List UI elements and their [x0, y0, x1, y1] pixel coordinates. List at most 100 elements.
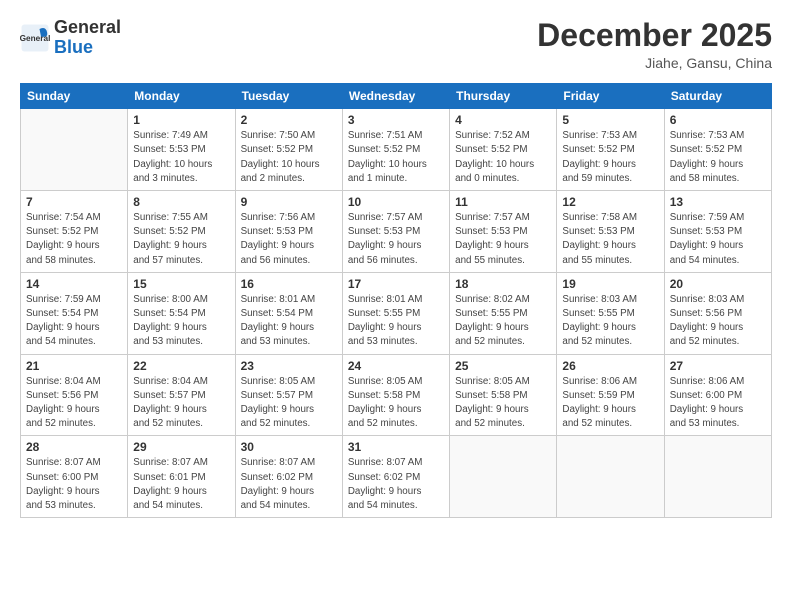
calendar-cell: 7 Sunrise: 7:54 AM Sunset: 5:52 PM Daylig…: [21, 191, 128, 273]
day-number: 7: [26, 195, 122, 209]
calendar-cell: 13Sunrise: 7:59 AM Sunset: 5:53 PM Dayli…: [664, 191, 771, 273]
day-number: 14: [26, 277, 122, 291]
calendar-cell: 2 Sunrise: 7:50 AM Sunset: 5:52 PM Daylig…: [235, 109, 342, 191]
day-info: Sunrise: 7:53 AM Sunset: 5:52 PM Dayligh…: [562, 129, 658, 186]
day-number: 21: [26, 359, 122, 373]
day-info: Sunrise: 8:05 AM Sunset: 5:58 PM Dayligh…: [348, 375, 444, 432]
day-number: 5: [562, 113, 658, 127]
day-number: 12: [562, 195, 658, 209]
header: General General Blue December 2025 Jiahe…: [20, 18, 772, 71]
day-number: 2: [241, 113, 337, 127]
calendar-cell: [21, 109, 128, 191]
calendar-cell: 1 Sunrise: 7:49 AM Sunset: 5:53 PM Daylig…: [128, 109, 235, 191]
calendar-header-wednesday: Wednesday: [342, 84, 449, 109]
day-info: Sunrise: 8:07 AM Sunset: 6:00 PM Dayligh…: [26, 456, 122, 513]
calendar-cell: 25 Sunrise: 8:05 AM Sunset: 5:58 PM Dayli…: [450, 354, 557, 436]
calendar-cell: 24Sunrise: 8:05 AM Sunset: 5:58 PM Dayli…: [342, 354, 449, 436]
day-number: 17: [348, 277, 444, 291]
calendar-cell: 30Sunrise: 8:07 AM Sunset: 6:02 PM Dayli…: [235, 436, 342, 518]
day-info: Sunrise: 8:06 AM Sunset: 6:00 PM Dayligh…: [670, 375, 766, 432]
month-title: December 2025: [537, 18, 772, 53]
calendar-header-tuesday: Tuesday: [235, 84, 342, 109]
day-number: 11: [455, 195, 551, 209]
day-info: Sunrise: 7:52 AM Sunset: 5:52 PM Dayligh…: [455, 129, 551, 186]
day-info: Sunrise: 8:04 AM Sunset: 5:56 PM Dayligh…: [26, 375, 122, 432]
day-info: Sunrise: 7:51 AM Sunset: 5:52 PM Dayligh…: [348, 129, 444, 186]
day-number: 3: [348, 113, 444, 127]
calendar-cell: 10 Sunrise: 7:57 AM Sunset: 5:53 PM Dayli…: [342, 191, 449, 273]
day-info: Sunrise: 7:56 AM Sunset: 5:53 PM Dayligh…: [241, 211, 337, 268]
logo-text: General Blue: [54, 18, 121, 58]
day-info: Sunrise: 8:03 AM Sunset: 5:56 PM Dayligh…: [670, 293, 766, 350]
calendar-cell: 4Sunrise: 7:52 AM Sunset: 5:52 PM Daylig…: [450, 109, 557, 191]
day-number: 31: [348, 440, 444, 454]
calendar-header-row: SundayMondayTuesdayWednesdayThursdayFrid…: [21, 84, 772, 109]
logo-icon: General: [20, 23, 50, 53]
calendar-week-row: 1 Sunrise: 7:49 AM Sunset: 5:53 PM Daylig…: [21, 109, 772, 191]
day-info: Sunrise: 7:50 AM Sunset: 5:52 PM Dayligh…: [241, 129, 337, 186]
day-number: 23: [241, 359, 337, 373]
calendar-cell: 6 Sunrise: 7:53 AM Sunset: 5:52 PM Daylig…: [664, 109, 771, 191]
day-number: 15: [133, 277, 229, 291]
day-number: 6: [670, 113, 766, 127]
calendar-header-sunday: Sunday: [21, 84, 128, 109]
day-info: Sunrise: 7:58 AM Sunset: 5:53 PM Dayligh…: [562, 211, 658, 268]
day-info: Sunrise: 7:54 AM Sunset: 5:52 PM Dayligh…: [26, 211, 122, 268]
day-number: 25: [455, 359, 551, 373]
day-number: 8: [133, 195, 229, 209]
calendar-cell: 16 Sunrise: 8:01 AM Sunset: 5:54 PM Dayli…: [235, 272, 342, 354]
title-block: December 2025 Jiahe, Gansu, China: [537, 18, 772, 71]
day-number: 19: [562, 277, 658, 291]
day-number: 29: [133, 440, 229, 454]
day-number: 1: [133, 113, 229, 127]
day-info: Sunrise: 7:59 AM Sunset: 5:54 PM Dayligh…: [26, 293, 122, 350]
day-number: 9: [241, 195, 337, 209]
day-info: Sunrise: 7:53 AM Sunset: 5:52 PM Dayligh…: [670, 129, 766, 186]
day-info: Sunrise: 7:49 AM Sunset: 5:53 PM Dayligh…: [133, 129, 229, 186]
day-number: 28: [26, 440, 122, 454]
page: General General Blue December 2025 Jiahe…: [0, 0, 792, 612]
calendar-cell: 22Sunrise: 8:04 AM Sunset: 5:57 PM Dayli…: [128, 354, 235, 436]
day-number: 22: [133, 359, 229, 373]
day-number: 18: [455, 277, 551, 291]
calendar-cell: 19Sunrise: 8:03 AM Sunset: 5:55 PM Dayli…: [557, 272, 664, 354]
calendar-cell: 5 Sunrise: 7:53 AM Sunset: 5:52 PM Daylig…: [557, 109, 664, 191]
calendar-cell: 15 Sunrise: 8:00 AM Sunset: 5:54 PM Dayli…: [128, 272, 235, 354]
calendar-cell: [450, 436, 557, 518]
day-info: Sunrise: 8:06 AM Sunset: 5:59 PM Dayligh…: [562, 375, 658, 432]
calendar-header-saturday: Saturday: [664, 84, 771, 109]
day-info: Sunrise: 8:07 AM Sunset: 6:02 PM Dayligh…: [348, 456, 444, 513]
day-number: 26: [562, 359, 658, 373]
calendar-cell: 28 Sunrise: 8:07 AM Sunset: 6:00 PM Dayli…: [21, 436, 128, 518]
calendar-header-monday: Monday: [128, 84, 235, 109]
day-number: 16: [241, 277, 337, 291]
day-info: Sunrise: 7:57 AM Sunset: 5:53 PM Dayligh…: [348, 211, 444, 268]
calendar-cell: 11 Sunrise: 7:57 AM Sunset: 5:53 PM Dayli…: [450, 191, 557, 273]
day-info: Sunrise: 8:05 AM Sunset: 5:57 PM Dayligh…: [241, 375, 337, 432]
location: Jiahe, Gansu, China: [537, 55, 772, 71]
day-info: Sunrise: 8:02 AM Sunset: 5:55 PM Dayligh…: [455, 293, 551, 350]
calendar-cell: 20Sunrise: 8:03 AM Sunset: 5:56 PM Dayli…: [664, 272, 771, 354]
calendar-cell: 17Sunrise: 8:01 AM Sunset: 5:55 PM Dayli…: [342, 272, 449, 354]
day-info: Sunrise: 8:05 AM Sunset: 5:58 PM Dayligh…: [455, 375, 551, 432]
calendar-cell: 27 Sunrise: 8:06 AM Sunset: 6:00 PM Dayli…: [664, 354, 771, 436]
calendar-cell: 3 Sunrise: 7:51 AM Sunset: 5:52 PM Daylig…: [342, 109, 449, 191]
day-info: Sunrise: 8:07 AM Sunset: 6:02 PM Dayligh…: [241, 456, 337, 513]
day-info: Sunrise: 8:07 AM Sunset: 6:01 PM Dayligh…: [133, 456, 229, 513]
calendar-header-friday: Friday: [557, 84, 664, 109]
calendar-cell: 9 Sunrise: 7:56 AM Sunset: 5:53 PM Daylig…: [235, 191, 342, 273]
day-number: 27: [670, 359, 766, 373]
calendar-cell: 14 Sunrise: 7:59 AM Sunset: 5:54 PM Dayli…: [21, 272, 128, 354]
day-number: 13: [670, 195, 766, 209]
day-info: Sunrise: 8:01 AM Sunset: 5:54 PM Dayligh…: [241, 293, 337, 350]
calendar-cell: 12 Sunrise: 7:58 AM Sunset: 5:53 PM Dayli…: [557, 191, 664, 273]
calendar-week-row: 28 Sunrise: 8:07 AM Sunset: 6:00 PM Dayli…: [21, 436, 772, 518]
calendar-cell: 8 Sunrise: 7:55 AM Sunset: 5:52 PM Daylig…: [128, 191, 235, 273]
day-info: Sunrise: 8:00 AM Sunset: 5:54 PM Dayligh…: [133, 293, 229, 350]
calendar-cell: 23 Sunrise: 8:05 AM Sunset: 5:57 PM Dayli…: [235, 354, 342, 436]
calendar-cell: 26 Sunrise: 8:06 AM Sunset: 5:59 PM Dayli…: [557, 354, 664, 436]
day-info: Sunrise: 7:57 AM Sunset: 5:53 PM Dayligh…: [455, 211, 551, 268]
day-number: 10: [348, 195, 444, 209]
day-info: Sunrise: 7:55 AM Sunset: 5:52 PM Dayligh…: [133, 211, 229, 268]
logo: General General Blue: [20, 18, 121, 58]
